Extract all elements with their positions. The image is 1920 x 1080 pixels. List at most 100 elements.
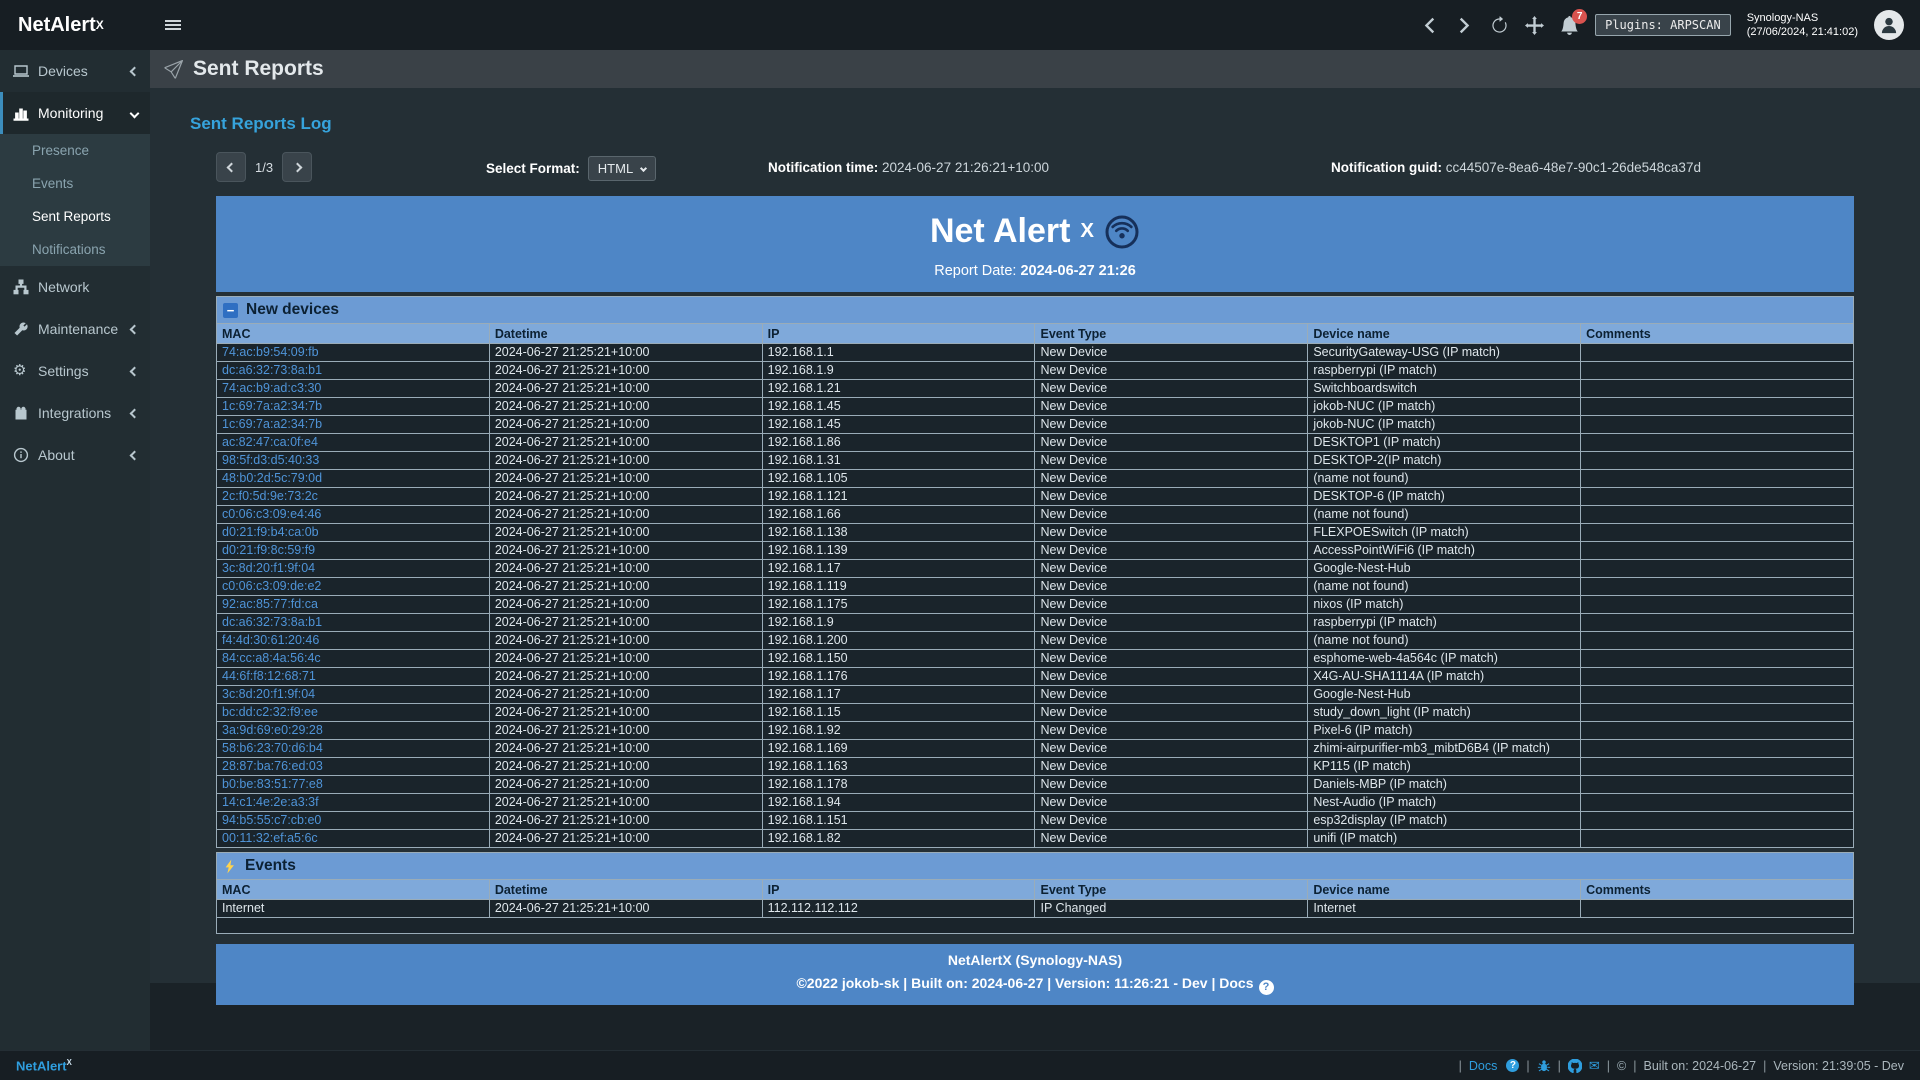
mac-link[interactable]: c0:06:c3:09:e4:46 (222, 507, 321, 521)
cell: 2024-06-27 21:25:21+10:00 (489, 542, 762, 560)
section-events: Events (216, 852, 1854, 879)
bug-report-icon[interactable] (1537, 1059, 1551, 1073)
sidebar-item-label: Maintenance (38, 321, 118, 337)
mac-link[interactable]: 94:b5:55:c7:cb:e0 (222, 813, 321, 827)
app-logo[interactable]: NetAlertX (0, 0, 150, 50)
report-row: 14:c1:4e:2e:a3:3f 2024-06-27 21:25:21+10:… (217, 794, 1854, 812)
mac-link[interactable]: b0:be:83:51:77:e8 (222, 777, 323, 791)
mac-link[interactable]: 48:b0:2d:5c:79:0d (222, 471, 322, 485)
docs-link[interactable]: Docs (1469, 1059, 1497, 1073)
sidebar-item-integrations[interactable]: Integrations (0, 392, 150, 434)
prev-report-button[interactable] (216, 152, 246, 182)
page-header: Sent Reports (150, 50, 1920, 88)
cell: 2024-06-27 21:25:21+10:00 (489, 812, 762, 830)
column-header-mac: MAC (217, 880, 490, 900)
sidebar-item-label: Network (38, 279, 89, 295)
mac-link[interactable]: f4:4d:30:61:20:46 (222, 633, 319, 647)
mac-link[interactable]: 3c:8d:20:f1:9f:04 (222, 687, 315, 701)
column-header-mac: MAC (217, 324, 490, 344)
mac-link[interactable]: 00:11:32:ef:a5:6c (222, 831, 318, 845)
mac-link[interactable]: 14:c1:4e:2e:a3:3f (222, 795, 319, 809)
plugins-badge[interactable]: Plugins: ARPSCAN (1595, 14, 1731, 36)
cell: 2024-06-27 21:25:21+10:00 (489, 362, 762, 380)
mac-link[interactable]: dc:a6:32:73:8a:b1 (222, 363, 322, 377)
mac-link[interactable]: 84:cc:a8:4a:56:4c (222, 651, 321, 665)
nav-back-icon[interactable] (1420, 16, 1439, 35)
mac-link[interactable]: 3c:8d:20:f1:9f:04 (222, 561, 315, 575)
sidebar-item-label: Monitoring (38, 105, 103, 121)
sidebar-subitem-sent-reports[interactable]: Sent Reports (0, 200, 150, 233)
mac-link[interactable]: 2c:f0:5d:9e:73:2c (222, 489, 318, 503)
mac-link[interactable]: ac:82:47:ca:0f:e4 (222, 435, 318, 449)
nav-refresh-icon[interactable] (1490, 16, 1509, 35)
mac-link[interactable]: 1c:69:7a:a2:34:7b (222, 417, 322, 431)
app-logo-text: NetAlert (18, 14, 96, 37)
cell: New Device (1035, 506, 1308, 524)
sidebar-item-settings[interactable]: ⚙ Settings (0, 350, 150, 392)
help-icon[interactable]: ? (1506, 1059, 1519, 1072)
mac-link[interactable]: 92:ac:85:77:fd:ca (222, 597, 318, 611)
separator: | (1558, 1059, 1561, 1073)
mac-link[interactable]: dc:a6:32:73:8a:b1 (222, 615, 322, 629)
mac-link[interactable]: c0:06:c3:09:de:e2 (222, 579, 321, 593)
mac-link[interactable]: 58:b6:23:70:d6:b4 (222, 741, 323, 755)
mac-link[interactable]: 74:ac:b9:54:09:fb (222, 345, 319, 359)
sidebar-item-maintenance[interactable]: Maintenance (0, 308, 150, 350)
cell: 58:b6:23:70:d6:b4 (217, 740, 490, 758)
notification-guid: Notification guid: cc44507e-8ea6-48e7-90… (1331, 160, 1701, 175)
cell (1581, 470, 1854, 488)
mac-link[interactable]: d0:21:f9:8c:59:f9 (222, 543, 315, 557)
user-avatar[interactable] (1874, 10, 1904, 40)
notification-time: Notification time: 2024-06-27 21:26:21+1… (768, 160, 1049, 175)
sidebar-subitem-events[interactable]: Events (0, 167, 150, 200)
cell (1581, 452, 1854, 470)
mac-link[interactable]: 1c:69:7a:a2:34:7b (222, 399, 322, 413)
report-row: 84:cc:a8:4a:56:4c2024-06-27 21:25:21+10:… (217, 650, 1854, 668)
cell: 192.168.1.45 (762, 416, 1035, 434)
format-select[interactable]: HTML (588, 156, 656, 181)
page-title: Sent Reports (193, 57, 324, 81)
cell: 2024-06-27 21:25:21+10:00 (489, 900, 762, 918)
sent-reports-log-link[interactable]: Sent Reports Log (190, 114, 332, 134)
github-icon[interactable] (1568, 1059, 1582, 1073)
cell: 192.168.1.9 (762, 614, 1035, 632)
notifications-bell[interactable]: 7 (1560, 16, 1579, 35)
mac-link[interactable]: 44:6f:f8:12:68:71 (222, 669, 316, 683)
sidebar-item-monitoring[interactable]: Monitoring (0, 92, 150, 134)
report-row: f4:4d:30:61:20:462024-06-27 21:25:21+10:… (217, 632, 1854, 650)
cell (1581, 380, 1854, 398)
column-header-row: MACDatetimeIPEvent TypeDevice nameCommen… (217, 880, 1854, 900)
cell: New Device (1035, 758, 1308, 776)
mac-link[interactable]: 3a:9d:69:e0:29:28 (222, 723, 323, 737)
mac-link[interactable]: 98:5f:d3:d5:40:33 (222, 453, 319, 467)
cell: 2024-06-27 21:25:21+10:00 (489, 794, 762, 812)
cell: Internet (217, 900, 490, 918)
chevron-left-icon (226, 162, 236, 172)
next-report-button[interactable] (282, 152, 312, 182)
sidebar-subitem-presence[interactable]: Presence (0, 134, 150, 167)
sidebar-item-about[interactable]: About (0, 434, 150, 476)
mac-link[interactable]: bc:dd:c2:32:f9:ee (222, 705, 318, 719)
sidebar-item-network[interactable]: Network (0, 266, 150, 308)
page-count: 1/3 (255, 160, 273, 175)
help-icon[interactable]: ? (1259, 980, 1274, 995)
chevron-down-icon (130, 108, 140, 118)
report-controls: 1/3 Select Format: HTML Notification tim… (216, 148, 1854, 196)
navbar-actions: 7 Plugins: ARPSCAN Synology-NAS (27/06/2… (1420, 10, 1920, 40)
sidebar-item-devices[interactable]: Devices (0, 50, 150, 92)
cell: New Device (1035, 578, 1308, 596)
top-navbar: NetAlertX 7 Plugins: ARPSCAN Synology-NA… (0, 0, 1920, 50)
sidebar-subitem-notifications[interactable]: Notifications (0, 233, 150, 266)
email-icon[interactable]: ✉ (1589, 1058, 1600, 1074)
mac-link[interactable]: 74:ac:b9:ad:c3:30 (222, 381, 321, 395)
nav-move-icon[interactable] (1525, 16, 1544, 35)
report-pager: 1/3 (216, 152, 312, 182)
column-header-comments: Comments (1581, 324, 1854, 344)
cell: 192.168.1.17 (762, 686, 1035, 704)
footer-brand[interactable]: NetAlertX (16, 1058, 72, 1073)
nav-forward-icon[interactable] (1455, 16, 1474, 35)
mac-link[interactable]: 28:87:ba:76:ed:03 (222, 759, 323, 773)
report-row: Internet2024-06-27 21:25:21+10:00112.112… (217, 900, 1854, 918)
mac-link[interactable]: d0:21:f9:b4:ca:0b (222, 525, 319, 539)
sidebar-toggle-button[interactable] (150, 0, 196, 50)
